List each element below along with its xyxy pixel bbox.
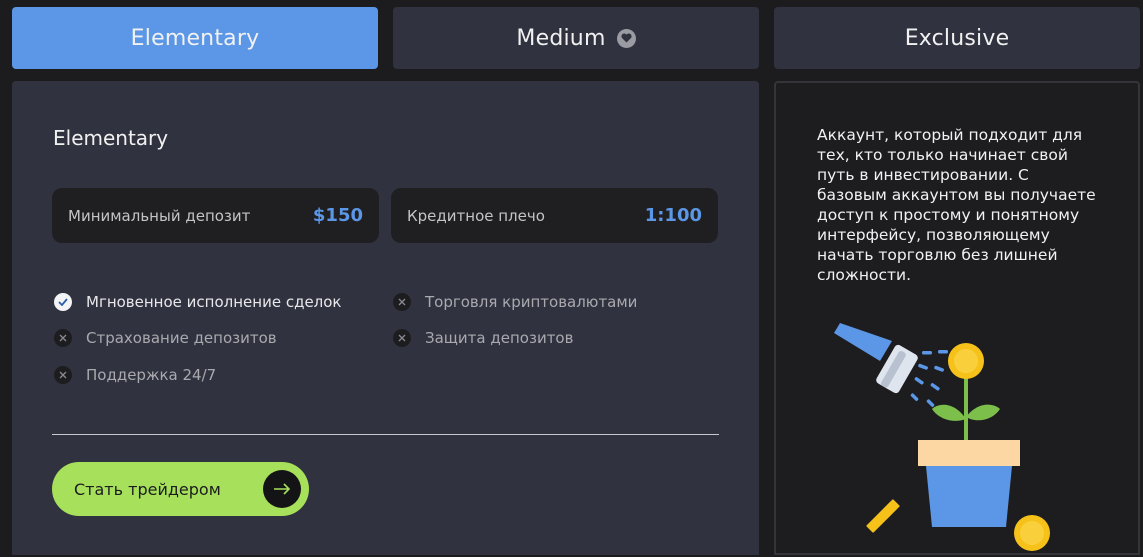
tab-elementary-label: Elementary bbox=[130, 25, 260, 51]
min-deposit-card: Минимальный депозит $150 bbox=[52, 188, 379, 243]
plan-description: Аккаунт, который подходит для тех, кто т… bbox=[817, 126, 1096, 284]
tab-medium-label: Medium bbox=[516, 25, 606, 51]
cross-icon bbox=[393, 293, 411, 311]
divider bbox=[52, 434, 719, 435]
check-icon bbox=[54, 293, 72, 311]
arrow-right-icon bbox=[263, 470, 301, 508]
cross-icon bbox=[54, 366, 72, 384]
feature-item: Торговля криптовалютами bbox=[393, 293, 637, 311]
leverage-value: 1:100 bbox=[644, 205, 702, 226]
feature-label: Торговля криптовалютами bbox=[425, 293, 638, 311]
min-deposit-label: Минимальный депозит bbox=[68, 206, 251, 225]
leverage-label: Кредитное плечо bbox=[407, 206, 545, 225]
feature-label: Защита депозитов bbox=[425, 329, 574, 347]
feature-label: Страхование депозитов bbox=[86, 329, 277, 347]
feature-item: Защита депозитов bbox=[393, 329, 573, 347]
watering-plant-illustration bbox=[834, 323, 1050, 551]
tab-exclusive-label: Exclusive bbox=[904, 25, 1010, 51]
feature-label: Мгновенное исполнение сделок bbox=[86, 293, 342, 311]
become-trader-button[interactable]: Стать трейдером bbox=[52, 462, 309, 516]
tab-exclusive[interactable]: Exclusive bbox=[774, 7, 1140, 69]
heart-icon bbox=[616, 28, 636, 48]
feature-item: Мгновенное исполнение сделок bbox=[54, 293, 342, 311]
min-deposit-value: $150 bbox=[312, 205, 363, 226]
leverage-card: Кредитное плечо 1:100 bbox=[391, 188, 718, 243]
feature-label: Поддержка 24/7 bbox=[86, 366, 217, 384]
tab-elementary[interactable]: Elementary bbox=[12, 7, 378, 69]
feature-item: Страхование депозитов bbox=[54, 329, 277, 347]
plan-panel: Elementary Минимальный депозит $150 Кред… bbox=[12, 81, 759, 555]
cross-icon bbox=[393, 329, 411, 347]
feature-item: Поддержка 24/7 bbox=[54, 366, 216, 384]
cross-icon bbox=[54, 329, 72, 347]
become-trader-label: Стать трейдером bbox=[74, 479, 221, 499]
tab-medium[interactable]: Medium bbox=[393, 7, 759, 69]
plan-title: Elementary bbox=[53, 126, 169, 150]
plan-description-panel: Аккаунт, который подходит для тех, кто т… bbox=[774, 81, 1140, 555]
